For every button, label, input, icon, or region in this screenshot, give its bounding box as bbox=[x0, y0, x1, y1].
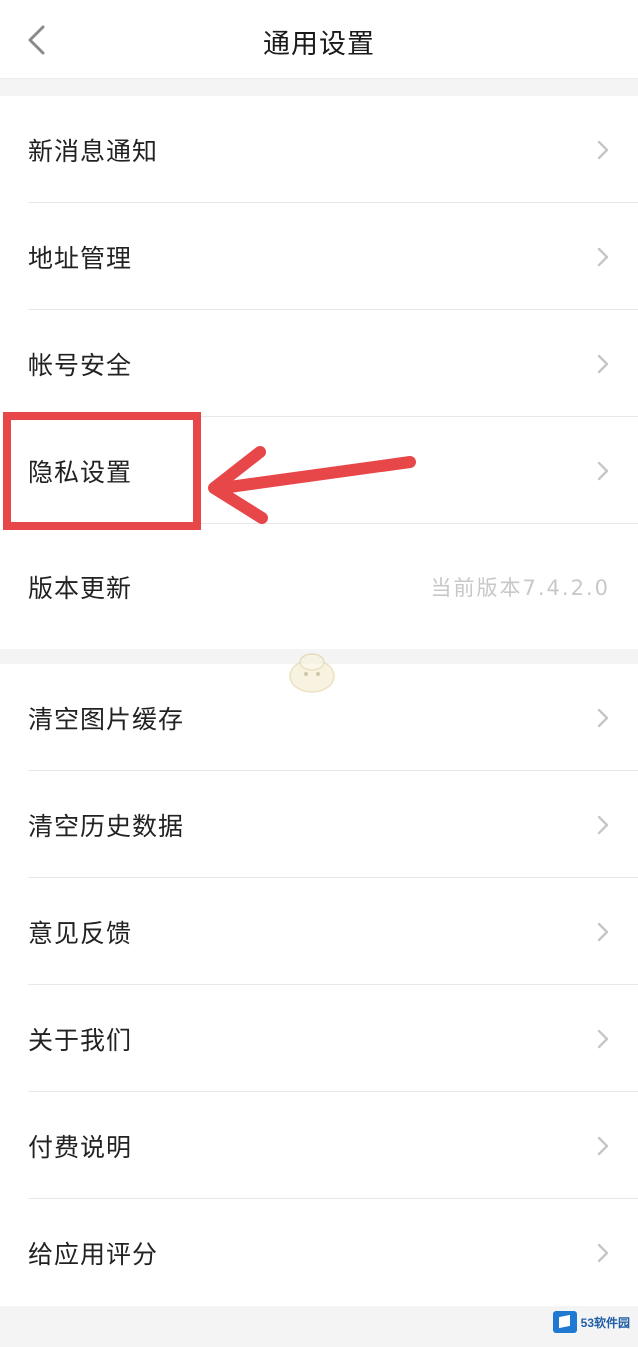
settings-item-label: 清空历史数据 bbox=[28, 811, 185, 841]
settings-group-1: 新消息通知 地址管理 帐号安全 隐私设置 版本更新 当前版本7.4.2.0 bbox=[0, 96, 638, 649]
settings-item-label: 帐号安全 bbox=[28, 350, 133, 380]
settings-item-about-us[interactable]: 关于我们 bbox=[0, 985, 638, 1092]
chevron-right-icon bbox=[596, 921, 610, 943]
settings-item-address-management[interactable]: 地址管理 bbox=[0, 203, 638, 310]
chevron-right-icon bbox=[596, 353, 610, 375]
chevron-right-icon bbox=[596, 1135, 610, 1157]
site-logo-icon bbox=[552, 1311, 577, 1333]
settings-item-clear-image-cache[interactable]: 清空图片缓存 bbox=[0, 664, 638, 771]
chevron-right-icon bbox=[596, 460, 610, 482]
settings-item-label: 意见反馈 bbox=[28, 918, 133, 948]
settings-item-label: 版本更新 bbox=[28, 573, 133, 603]
settings-item-feedback[interactable]: 意见反馈 bbox=[0, 878, 638, 985]
settings-item-privacy-settings[interactable]: 隐私设置 bbox=[0, 417, 638, 524]
header-bar: 通用设置 bbox=[0, 0, 638, 79]
settings-group-2: 清空图片缓存 清空历史数据 意见反馈 关于我们 付费说明 给应用评分 bbox=[0, 664, 638, 1306]
chevron-right-icon bbox=[596, 707, 610, 729]
settings-item-clear-history-data[interactable]: 清空历史数据 bbox=[0, 771, 638, 878]
settings-item-account-security[interactable]: 帐号安全 bbox=[0, 310, 638, 417]
settings-item-payment-info[interactable]: 付费说明 bbox=[0, 1092, 638, 1199]
chevron-right-icon bbox=[596, 814, 610, 836]
watermark-text: 53软件园 bbox=[580, 1315, 630, 1330]
settings-item-label: 地址管理 bbox=[28, 243, 133, 273]
settings-item-label: 关于我们 bbox=[28, 1025, 133, 1055]
settings-item-label: 给应用评分 bbox=[28, 1239, 159, 1269]
current-version-value: 当前版本7.4.2.0 bbox=[430, 575, 610, 600]
chevron-right-icon bbox=[596, 246, 610, 268]
site-watermark: 53软件园 bbox=[552, 1311, 630, 1333]
chevron-right-icon bbox=[596, 1028, 610, 1050]
settings-item-label: 付费说明 bbox=[28, 1132, 133, 1162]
page-title: 通用设置 bbox=[263, 29, 375, 60]
settings-item-version-update[interactable]: 版本更新 当前版本7.4.2.0 bbox=[0, 524, 638, 649]
settings-item-label: 隐私设置 bbox=[28, 457, 133, 487]
settings-item-new-message-notification[interactable]: 新消息通知 bbox=[0, 96, 638, 203]
chevron-right-icon bbox=[596, 139, 610, 161]
settings-item-label: 新消息通知 bbox=[28, 136, 159, 166]
settings-item-rate-app[interactable]: 给应用评分 bbox=[0, 1199, 638, 1306]
chevron-right-icon bbox=[596, 1242, 610, 1264]
settings-item-label: 清空图片缓存 bbox=[28, 704, 185, 734]
